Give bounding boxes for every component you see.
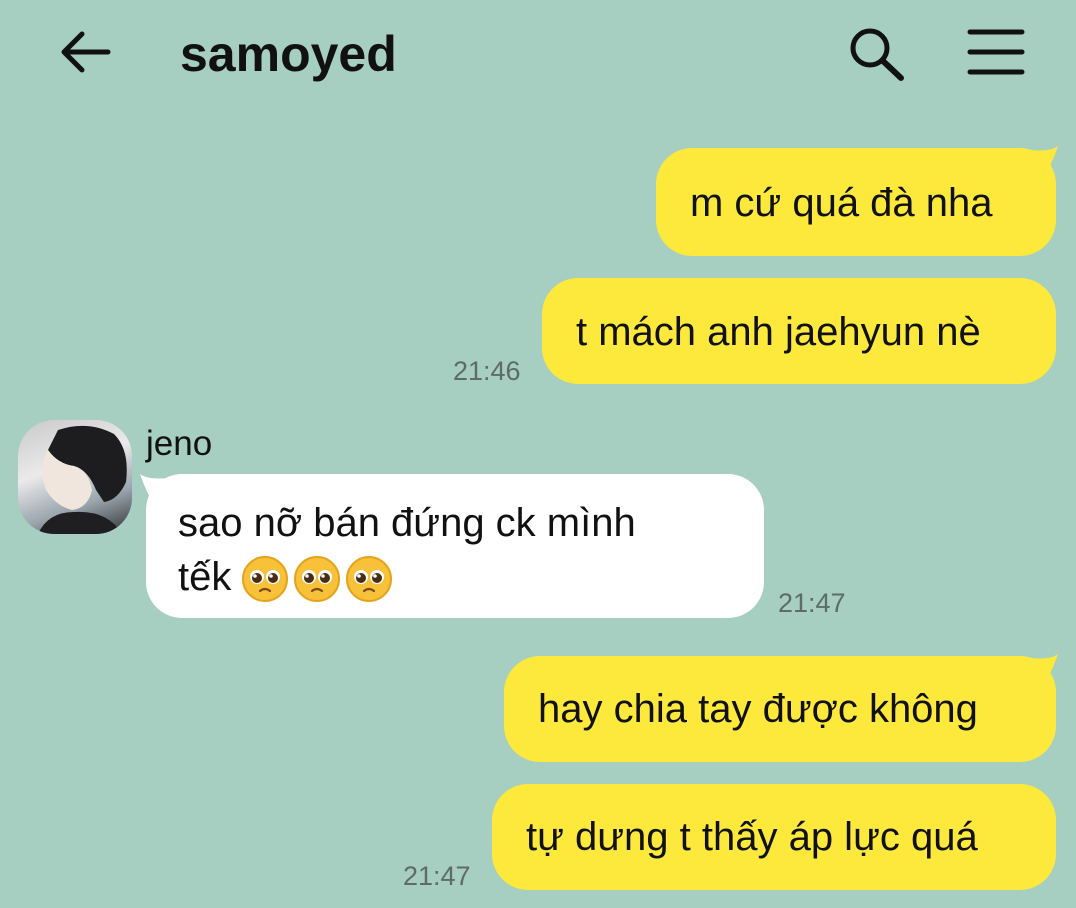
menu-button[interactable] bbox=[966, 26, 1026, 78]
message-text: t mách anh jaehyun nè bbox=[576, 310, 981, 354]
message-text-line: sao nỡ bán đứng ck mình bbox=[178, 501, 636, 545]
pleading-face-emoji bbox=[346, 556, 393, 603]
bubble-tail bbox=[1030, 146, 1058, 176]
message-timestamp: 21:47 bbox=[403, 861, 471, 891]
message-bubble-outgoing[interactable]: m cứ quá đà nha bbox=[656, 148, 1056, 256]
bubble-tail bbox=[1030, 654, 1058, 684]
hamburger-menu-icon bbox=[967, 29, 1025, 75]
search-button[interactable] bbox=[846, 24, 908, 82]
message-bubble-outgoing[interactable]: t mách anh jaehyun nè bbox=[542, 278, 1056, 384]
message-text: m cứ quá đà nha bbox=[690, 181, 993, 225]
message-timestamp: 21:46 bbox=[453, 356, 521, 386]
back-button[interactable] bbox=[58, 28, 114, 76]
message-text: tếk bbox=[178, 555, 232, 599]
message-bubble-outgoing[interactable]: hay chia tay được không bbox=[504, 656, 1056, 762]
message-bubble-incoming[interactable]: sao nỡ bán đứng ck mình tếk bbox=[146, 474, 764, 618]
pleading-face-emoji bbox=[242, 556, 289, 603]
message-bubble-outgoing[interactable]: tự dưng t thấy áp lực quá bbox=[492, 784, 1056, 890]
message-text: hay chia tay được không bbox=[538, 687, 978, 731]
sender-name: jeno bbox=[146, 424, 213, 463]
message-text-line: tếk bbox=[178, 550, 764, 604]
profile-photo bbox=[38, 425, 127, 534]
message-timestamp: 21:47 bbox=[778, 588, 846, 618]
emoji-group bbox=[241, 555, 393, 603]
chat-title: samoyed bbox=[180, 26, 397, 82]
pleading-face-emoji bbox=[294, 556, 341, 603]
arrow-left-icon bbox=[61, 31, 111, 73]
search-icon bbox=[850, 28, 904, 81]
message-text: tự dưng t thấy áp lực quá bbox=[526, 815, 978, 859]
avatar[interactable] bbox=[18, 420, 132, 534]
